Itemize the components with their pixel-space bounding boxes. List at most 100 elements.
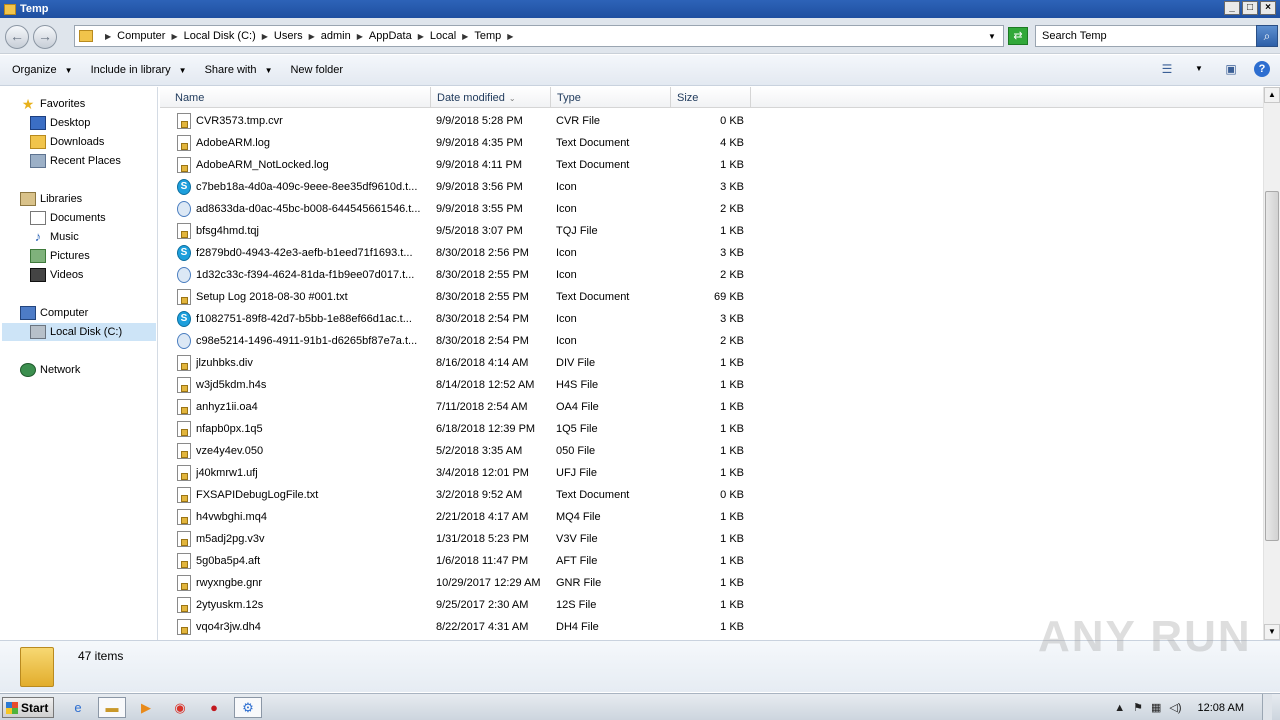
start-button[interactable]: Start	[2, 697, 54, 718]
explorer-icon[interactable]: ▬	[98, 697, 126, 718]
file-row[interactable]: Sf2879bd0-4943-42e3-aefb-b1eed71f1693.t.…	[160, 242, 1263, 264]
file-row[interactable]: AdobeARM.log 9/9/2018 4:35 PM Text Documen…	[160, 132, 1263, 154]
refresh-button[interactable]: ⇄	[1008, 27, 1028, 45]
file-row[interactable]: vze4y4ev.050 5/2/2018 3:35 AM 050 File 1 KB	[160, 440, 1263, 462]
file-row[interactable]: rwyxngbe.gnr 10/29/2017 12:29 AM GNR File 1…	[160, 572, 1263, 594]
folder-icon	[79, 30, 93, 42]
scrollbar-thumb[interactable]	[1265, 191, 1279, 541]
chevron-right-icon[interactable]: ▶	[309, 32, 315, 41]
column-header-size[interactable]: Size	[671, 87, 751, 108]
chrome-file-icon	[177, 201, 191, 217]
file-row[interactable]: jlzuhbks.div 8/16/2018 4:14 AM DIV File 1 K…	[160, 352, 1263, 374]
file-row[interactable]: AdobeARM_NotLocked.log 9/9/2018 4:11 PM Te…	[160, 154, 1263, 176]
nav-libraries[interactable]: Libraries	[20, 190, 82, 208]
search-icon[interactable]: ⌕	[1256, 25, 1278, 47]
column-header-date[interactable]: Date modified ⌄	[431, 87, 551, 108]
show-desktop-button[interactable]	[1262, 694, 1272, 720]
nav-recent-places[interactable]: Recent Places	[30, 152, 121, 170]
file-row[interactable]: h4vwbghi.mq4 2/21/2018 4:17 AM MQ4 File 1 K…	[160, 506, 1263, 528]
vertical-scrollbar[interactable]: ▲ ▼	[1263, 87, 1280, 640]
nav-videos[interactable]: Videos	[30, 266, 83, 284]
file-row[interactable]: 5g0ba5p4.aft 1/6/2018 11:47 PM AFT File 1 K…	[160, 550, 1263, 572]
flag-icon[interactable]: ⚑	[1133, 701, 1143, 714]
locked-file-icon	[177, 157, 191, 173]
scroll-down-icon[interactable]: ▼	[1264, 624, 1280, 640]
ie-icon[interactable]: e	[64, 697, 92, 718]
volume-icon[interactable]: ◁)	[1169, 701, 1181, 714]
locked-file-icon	[177, 487, 191, 503]
crumb-local[interactable]: Local ▶	[430, 30, 474, 42]
clock[interactable]: 12:08 AM	[1198, 702, 1244, 714]
view-options-icon[interactable]: ☰	[1158, 61, 1176, 77]
include-in-library-menu[interactable]: Include in library ▼	[91, 64, 187, 76]
file-date: 8/30/2018 2:55 PM	[436, 291, 529, 303]
help-icon[interactable]: ?	[1254, 61, 1270, 77]
show-hidden-icons-icon[interactable]: ▲	[1114, 702, 1125, 714]
column-header-type[interactable]: Type	[551, 87, 671, 108]
file-row[interactable]: 1d32c33c-f394-4624-81da-f1b9ee07d017.t..…	[160, 264, 1263, 286]
file-row[interactable]: bfsg4hmd.tqj 9/5/2018 3:07 PM TQJ File 1 KB	[160, 220, 1263, 242]
organize-menu[interactable]: Organize ▼	[12, 64, 73, 76]
network-tray-icon[interactable]: ▦	[1151, 701, 1161, 714]
opera-icon[interactable]: ●	[200, 697, 228, 718]
file-name: AdobeARM.log	[196, 137, 270, 149]
nav-local-disk[interactable]: Local Disk (C:)	[2, 323, 156, 341]
chevron-right-icon[interactable]: ▶	[357, 32, 363, 41]
lock-icon	[181, 583, 188, 590]
libraries-icon	[20, 192, 36, 206]
lock-icon	[181, 473, 188, 480]
nav-network[interactable]: Network	[20, 361, 80, 379]
chevron-right-icon[interactable]: ▶	[105, 32, 111, 41]
crumb-computer[interactable]: Computer ▶	[117, 30, 183, 42]
scroll-up-icon[interactable]: ▲	[1264, 87, 1280, 103]
file-type: Icon	[556, 269, 577, 281]
column-header-name[interactable]: Name	[160, 87, 431, 108]
file-row[interactable]: Setup Log 2018-08-30 #001.txt 8/30/2018 2…	[160, 286, 1263, 308]
file-row[interactable]: Sf1082751-89f8-42d7-b5bb-1e88ef66d1ac.t.…	[160, 308, 1263, 330]
file-row[interactable]: ad8633da-d0ac-45bc-b008-644545661546.t..…	[160, 198, 1263, 220]
crumb-admin[interactable]: admin ▶	[321, 30, 369, 42]
file-row[interactable]: nfapb0px.1q5 6/18/2018 12:39 PM 1Q5 File 1 …	[160, 418, 1263, 440]
search-input[interactable]: Search Temp	[1035, 25, 1257, 47]
chevron-down-icon[interactable]: ▼	[1190, 61, 1208, 77]
chevron-right-icon[interactable]: ▶	[262, 32, 268, 41]
chevron-right-icon[interactable]: ▶	[507, 32, 513, 41]
nav-desktop[interactable]: Desktop	[30, 114, 90, 132]
chevron-right-icon[interactable]: ▶	[462, 32, 468, 41]
file-row[interactable]: m5adj2pg.v3v 1/31/2018 5:23 PM V3V File 1 K…	[160, 528, 1263, 550]
chevron-right-icon[interactable]: ▶	[171, 32, 177, 41]
minimize-button[interactable]: _	[1224, 1, 1240, 15]
forward-button[interactable]: →	[33, 25, 57, 49]
file-row[interactable]: FXSAPIDebugLogFile.txt 3/2/2018 9:52 AM Te…	[160, 484, 1263, 506]
crumb-local-disk[interactable]: Local Disk (C:) ▶	[184, 30, 274, 42]
close-button[interactable]: ×	[1260, 1, 1276, 15]
file-row[interactable]: j40kmrw1.ufj 3/4/2018 12:01 PM UFJ File 1 K…	[160, 462, 1263, 484]
nav-pictures[interactable]: Pictures	[30, 247, 90, 265]
file-date: 8/16/2018 4:14 AM	[436, 357, 529, 369]
new-folder-button[interactable]: New folder	[290, 64, 343, 76]
nav-downloads[interactable]: Downloads	[30, 133, 104, 151]
crumb-appdata[interactable]: AppData ▶	[369, 30, 430, 42]
file-row[interactable]: CVR3573.tmp.cvr 9/9/2018 5:28 PM CVR File 0…	[160, 110, 1263, 132]
chevron-right-icon[interactable]: ▶	[418, 32, 424, 41]
crumb-temp[interactable]: Temp ▶	[474, 30, 519, 42]
maximize-button[interactable]: □	[1242, 1, 1258, 15]
share-with-menu[interactable]: Share with ▼	[205, 64, 273, 76]
preview-pane-icon[interactable]: ▣	[1222, 61, 1240, 77]
breadcrumb[interactable]: ▶ Computer ▶ Local Disk (C:) ▶ Users ▶ admi…	[74, 25, 1004, 47]
nav-documents[interactable]: Documents	[30, 209, 106, 227]
file-row[interactable]: anhyz1ii.oa4 7/11/2018 2:54 AM OA4 File 1 K…	[160, 396, 1263, 418]
file-name: FXSAPIDebugLogFile.txt	[196, 489, 319, 501]
nav-computer[interactable]: Computer	[20, 304, 88, 322]
file-row[interactable]: c98e5214-1496-4911-91b1-d6265bf87e7a.t..…	[160, 330, 1263, 352]
file-row[interactable]: w3jd5kdm.h4s 8/14/2018 12:52 AM H4S File 1 …	[160, 374, 1263, 396]
nav-favorites[interactable]: ★ Favorites	[20, 95, 86, 113]
chrome-icon[interactable]: ◉	[166, 697, 194, 718]
crumb-users[interactable]: Users ▶	[274, 30, 321, 42]
app-settings-icon[interactable]: ⚙	[234, 697, 262, 718]
address-dropdown-icon[interactable]: ▼	[988, 32, 996, 41]
file-row[interactable]: Sc7beb18a-4d0a-409c-9eee-8ee35df9610d.t.…	[160, 176, 1263, 198]
nav-music[interactable]: ♪ Music	[30, 228, 79, 246]
media-player-icon[interactable]: ▶	[132, 697, 160, 718]
back-button[interactable]: ←	[5, 25, 29, 49]
